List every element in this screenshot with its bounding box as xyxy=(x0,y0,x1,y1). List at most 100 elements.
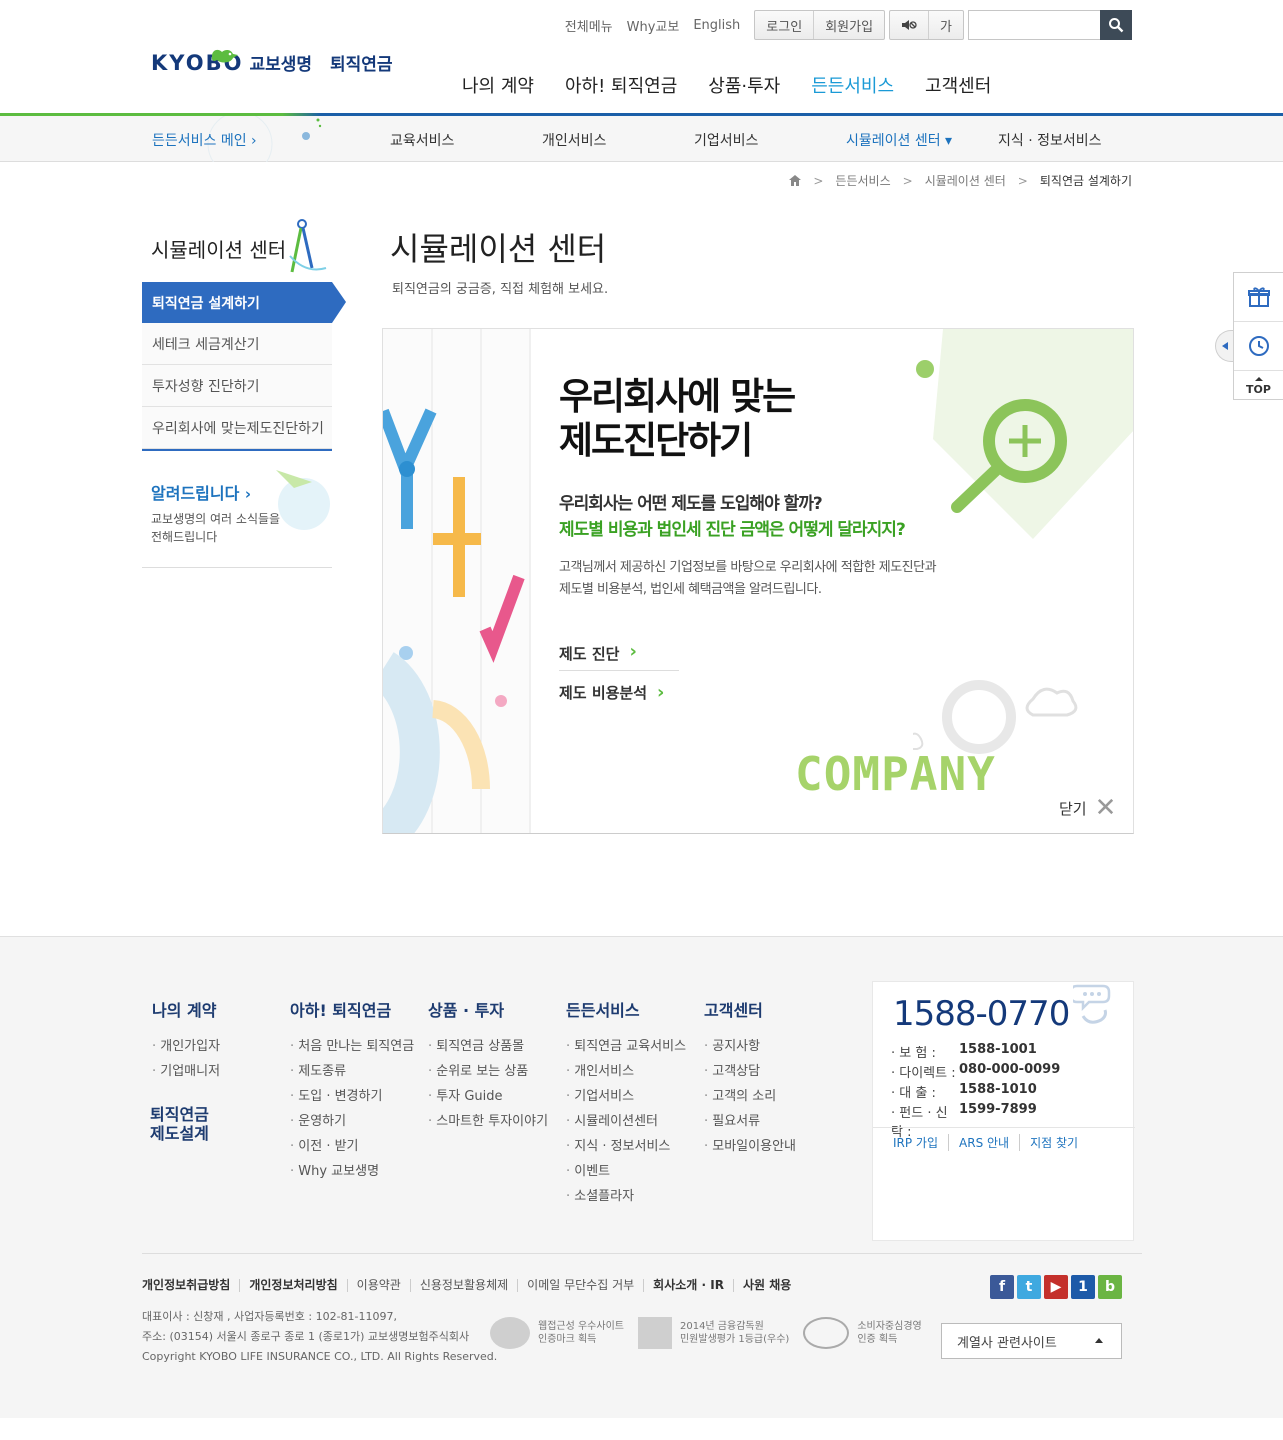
subnav-knowledge[interactable]: 지식 · 정보서비스 xyxy=(998,130,1102,150)
breadcrumb-service[interactable]: 든든서비스 xyxy=(835,172,890,189)
footer-link[interactable]: 지식 · 정보서비스 xyxy=(566,1135,686,1160)
policy-link[interactable]: 회사소개 · IR xyxy=(643,1279,733,1292)
footer-link[interactable]: 공지사항 xyxy=(704,1035,796,1060)
notice-desc: 교보생명의 여러 소식들을 전해드립니다 xyxy=(151,512,281,544)
home-icon[interactable] xyxy=(789,175,802,186)
quick-gift[interactable] xyxy=(1234,273,1283,322)
search-button[interactable] xyxy=(1100,10,1132,40)
footer-link[interactable]: 제도종류 xyxy=(290,1060,414,1085)
footer-link[interactable]: 필요서류 xyxy=(704,1110,796,1135)
cost-analysis-link[interactable]: 제도 비용분석 › xyxy=(559,682,664,703)
close-button[interactable]: 닫기 ✕ xyxy=(1059,795,1116,821)
gnb-product-invest[interactable]: 상품·투자 xyxy=(708,72,780,98)
twitter-icon[interactable]: t xyxy=(1017,1275,1041,1299)
accessibility-mark-icon xyxy=(490,1317,530,1349)
lnb-item-invest-type[interactable]: 투자성향 진단하기 xyxy=(142,365,332,407)
subnav-simulation[interactable]: 시뮬레이션 센터 ▾ xyxy=(846,130,998,150)
quick-recent[interactable] xyxy=(1234,322,1283,371)
blog-icon[interactable]: b xyxy=(1098,1275,1122,1299)
policy-link[interactable]: 개인정보취급방침 xyxy=(142,1279,239,1292)
footer-link[interactable]: Why 교보생명 xyxy=(290,1160,414,1185)
call-label: 대 출 : xyxy=(891,1082,959,1101)
footer-col-head[interactable]: 나의 계약 xyxy=(152,997,220,1021)
facebook-icon[interactable]: f xyxy=(990,1275,1014,1299)
service-main-link[interactable]: 든든서비스 메인 › xyxy=(152,130,257,150)
footer-link[interactable]: 개인서비스 xyxy=(566,1060,686,1085)
logo[interactable]: KYOBO 교보생명 퇴직연금 xyxy=(151,49,393,75)
policy-link[interactable]: 사원 채용 xyxy=(732,1279,800,1292)
footer-link[interactable]: 소셜플라자 xyxy=(566,1185,686,1210)
footer-link[interactable]: 스마트한 투자이야기 xyxy=(428,1110,548,1135)
footer-link[interactable]: 기업매니저 xyxy=(152,1060,220,1085)
all-menu-link[interactable]: 전체메뉴 xyxy=(565,16,613,35)
footer-link[interactable]: 퇴직연금 교육서비스 xyxy=(566,1035,686,1060)
pension-design-link[interactable]: 퇴직연금 제도설계 xyxy=(150,1105,209,1143)
join-button[interactable]: 회원가입 xyxy=(814,11,884,39)
gnb-service[interactable]: 든든서비스 xyxy=(811,72,894,98)
english-link[interactable]: English xyxy=(693,18,740,33)
top-button[interactable]: TOP xyxy=(1234,371,1283,396)
utility-bar: 전체메뉴 Why교보 English 로그인 회원가입 가 xyxy=(565,10,1132,40)
footer-col-head[interactable]: 아하! 퇴직연금 xyxy=(290,997,414,1021)
cost-analysis-label: 제도 비용분석 xyxy=(559,684,648,702)
irp-join-link[interactable]: IRP 가입 xyxy=(893,1134,948,1151)
footer-link[interactable]: 운영하기 xyxy=(290,1110,414,1135)
footer-link[interactable]: 개인가입자 xyxy=(152,1035,220,1060)
pension-design-line1: 퇴직연금 xyxy=(150,1105,209,1124)
call-label: 다이렉트 : xyxy=(891,1062,959,1081)
gnb-customer-center[interactable]: 고객센터 xyxy=(925,72,991,98)
footer-col-head[interactable]: 든든서비스 xyxy=(566,997,686,1021)
family-site-select[interactable]: 계열사 관련사이트 xyxy=(941,1323,1122,1359)
policy-link[interactable]: 이용약관 xyxy=(346,1279,410,1292)
policy-link[interactable]: 개인정보처리방침 xyxy=(239,1279,346,1292)
sound-off-icon[interactable] xyxy=(890,11,930,39)
headset-icon xyxy=(1073,984,1111,1024)
footer-link[interactable]: 기업서비스 xyxy=(566,1085,686,1110)
family-site-label: 계열사 관련사이트 xyxy=(957,1335,1057,1351)
footer-link[interactable]: 퇴직연금 상품몰 xyxy=(428,1035,548,1060)
search-input[interactable] xyxy=(968,10,1100,40)
lnb-item-tax-calc[interactable]: 세테크 세금계산기 xyxy=(142,323,332,365)
lnb-item-pension-design[interactable]: 퇴직연금 설계하기 xyxy=(142,282,332,323)
gnb-aha-pension[interactable]: 아하! 퇴직연금 xyxy=(565,72,677,98)
font-size-button[interactable]: 가 xyxy=(929,11,963,39)
bird-logo-icon xyxy=(211,49,238,63)
youtube-icon[interactable]: ▶ xyxy=(1044,1275,1068,1299)
footer-link[interactable]: 도입 · 변경하기 xyxy=(290,1085,414,1110)
quick-collapse-button[interactable] xyxy=(1215,330,1233,362)
footer-link[interactable]: 이전 · 받기 xyxy=(290,1135,414,1160)
footer-link[interactable]: 순위로 보는 상품 xyxy=(428,1060,548,1085)
ccm-mark-icon xyxy=(803,1317,850,1349)
subnav-education[interactable]: 교육서비스 xyxy=(390,130,542,150)
ars-guide-link[interactable]: ARS 안내 xyxy=(948,1134,1019,1151)
subnav-company[interactable]: 기업서비스 xyxy=(694,130,846,150)
footer-link[interactable]: 시뮬레이션센터 xyxy=(566,1110,686,1135)
panel-desc-line1: 고객님께서 제공하신 기업정보를 바탕으로 우리회사에 적합한 제도진단과 xyxy=(559,560,937,575)
footer-col-head[interactable]: 고객센터 xyxy=(704,997,796,1021)
footer-link[interactable]: 모바일이용안내 xyxy=(704,1135,796,1160)
footer-col-contract: 나의 계약 개인가입자 기업매니저 xyxy=(152,997,220,1085)
footer-link[interactable]: 투자 Guide xyxy=(428,1085,548,1110)
subnav-personal[interactable]: 개인서비스 xyxy=(542,130,694,150)
footer-link[interactable]: 고객의 소리 xyxy=(704,1085,796,1110)
breadcrumb-sep: > xyxy=(813,173,824,188)
login-button[interactable]: 로그인 xyxy=(755,11,815,39)
footer-link[interactable]: 처음 만나는 퇴직연금 xyxy=(290,1035,414,1060)
one-icon[interactable]: 1 xyxy=(1071,1275,1095,1299)
footer-link[interactable]: 고객상담 xyxy=(704,1060,796,1085)
branch-find-link[interactable]: 지점 찾기 xyxy=(1019,1134,1088,1151)
system-diagnosis-link[interactable]: 제도 진단 › xyxy=(559,643,679,671)
breadcrumb-simulation[interactable]: 시뮬레이션 센터 xyxy=(925,172,1006,189)
why-kyobo-link[interactable]: Why교보 xyxy=(627,16,680,35)
gift-icon xyxy=(1247,287,1270,307)
lnb-item-company-diagnosis[interactable]: 우리회사에 맞는제도진단하기 xyxy=(142,407,332,449)
policy-link[interactable]: 이메일 무단수집 거부 xyxy=(517,1279,643,1292)
call-row: 다이렉트 :080-000-0099 xyxy=(891,1062,1060,1081)
gnb-my-contract[interactable]: 나의 계약 xyxy=(462,72,534,98)
policy-link[interactable]: 신용정보활용체제 xyxy=(409,1279,517,1292)
footer-col-head[interactable]: 상품 · 투자 xyxy=(428,997,548,1021)
panel-question-2: 제도별 비용과 법인세 진단 금액은 어떻게 달라지지? xyxy=(559,520,906,540)
footer-link[interactable]: 이벤트 xyxy=(566,1160,686,1185)
notice-box[interactable]: 알려드립니다 › 교보생명의 여러 소식들을 전해드립니다 xyxy=(142,470,332,568)
page-title: 시뮬레이션 센터 xyxy=(390,230,607,268)
